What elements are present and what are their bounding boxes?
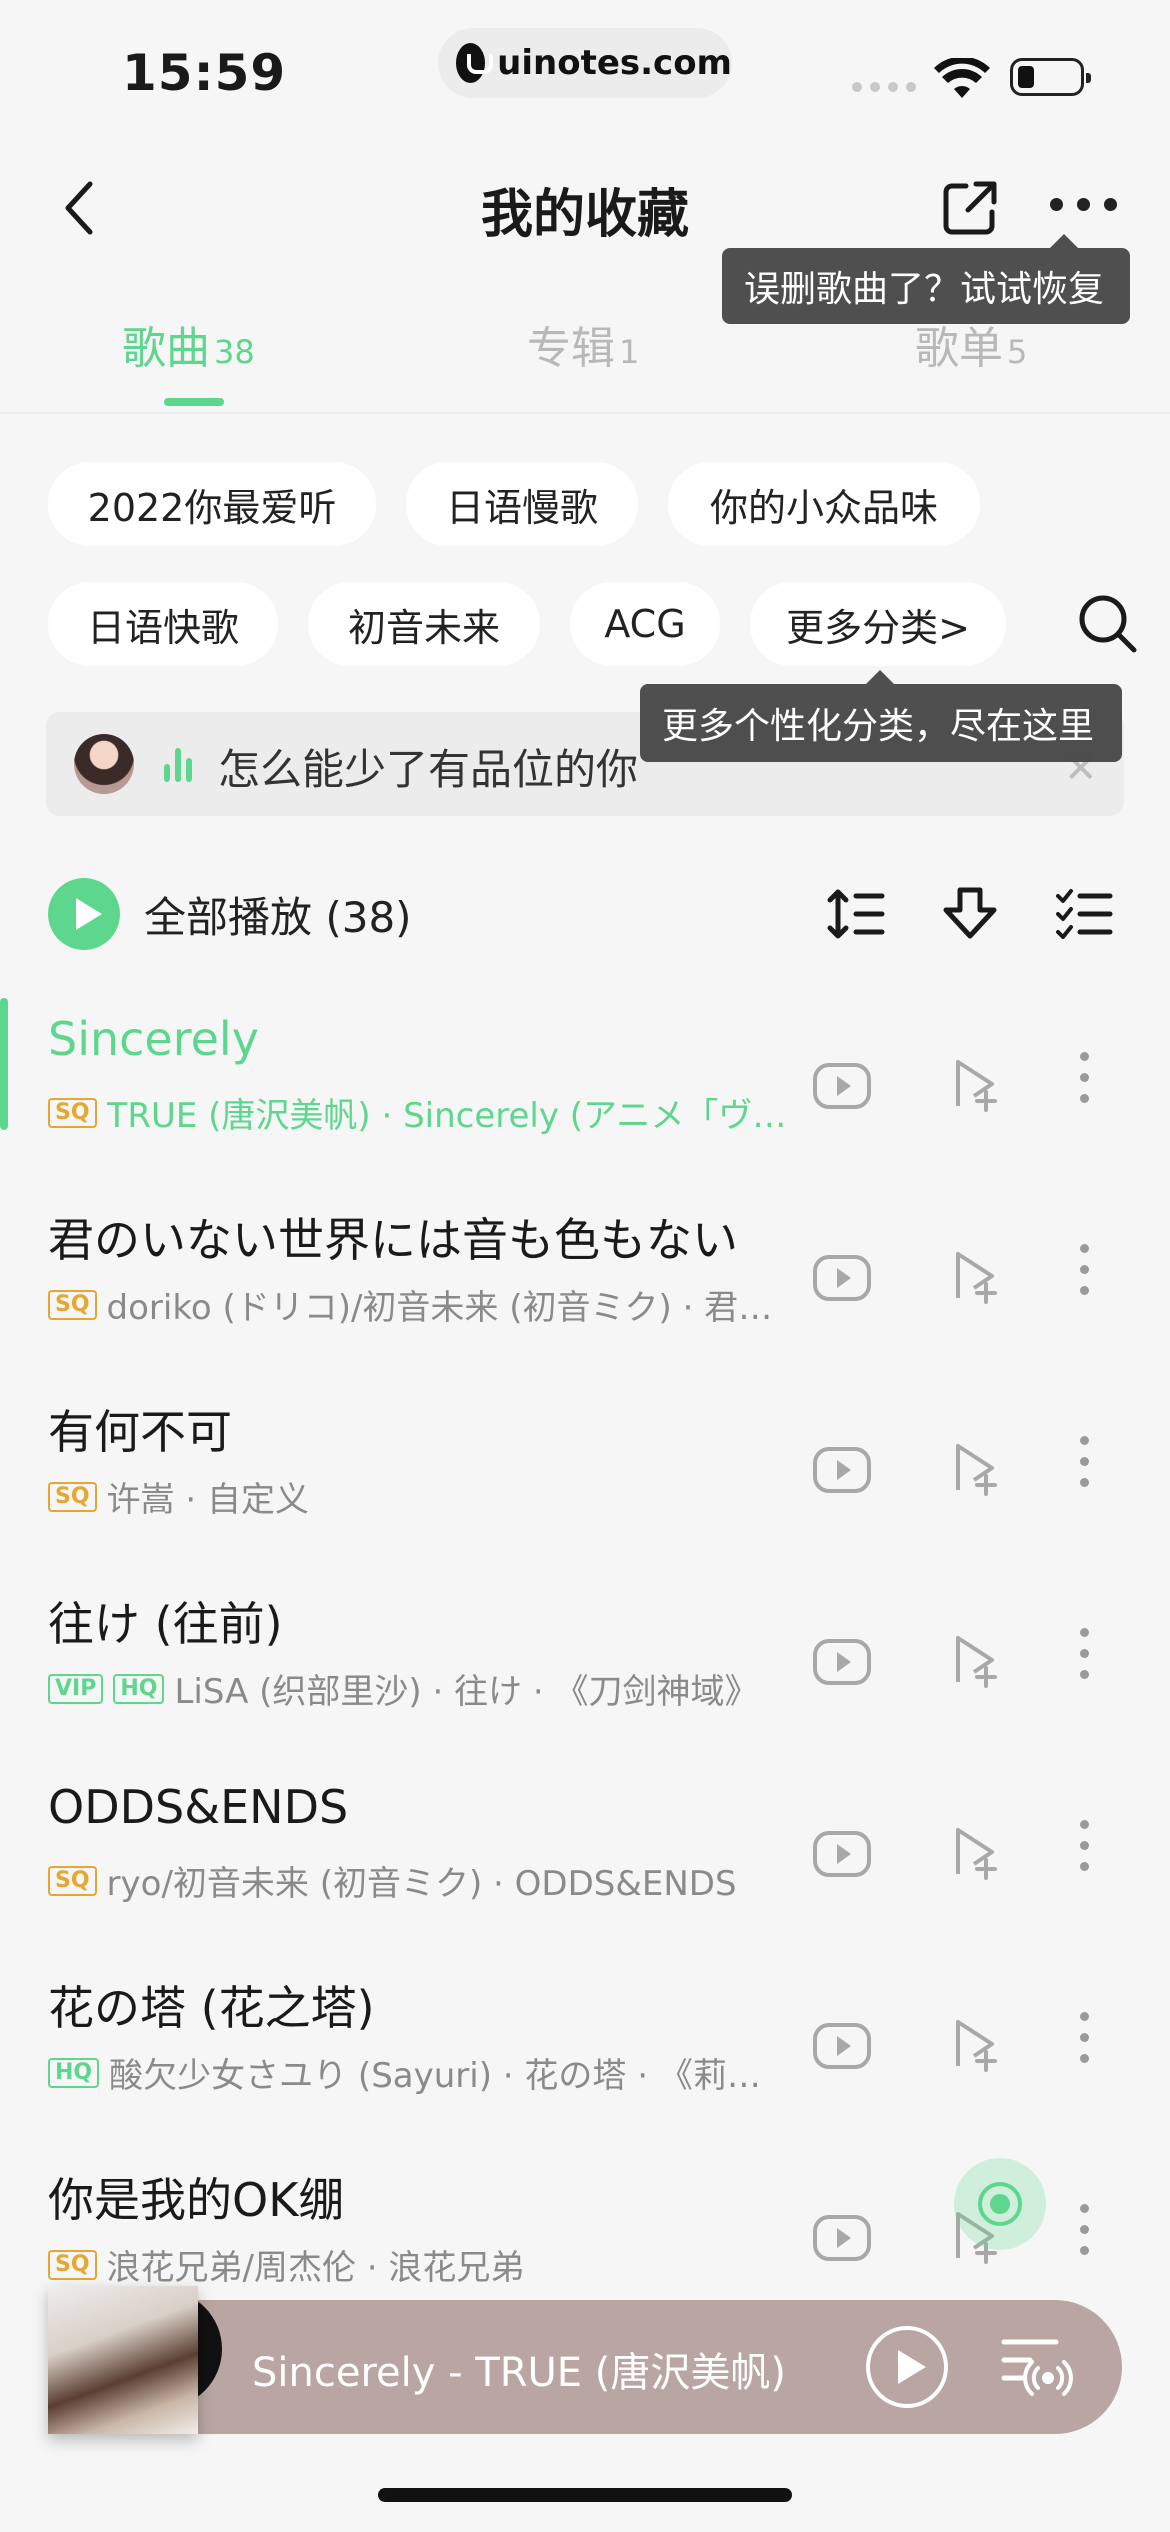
wifi-icon: [934, 58, 990, 98]
song-artist-album: TRUE (唐沢美帆) · Sincerely (アニメ「ヴァイオレット・エヴァ…: [106, 1096, 788, 1136]
quality-badge: SQ: [48, 1865, 97, 1896]
search-icon[interactable]: [1076, 592, 1140, 656]
play-video-icon[interactable]: [812, 1824, 872, 1884]
song-artist-album: doriko (ドリコ)/初音未来 (初音ミク) · 君のいない世界には音も色も…: [106, 1288, 788, 1328]
quality-badge: SQ: [48, 2249, 97, 2280]
tab-playlists[interactable]: 歌单 5: [915, 312, 1027, 376]
song-more-icon[interactable]: [1080, 1820, 1090, 1871]
song-more-icon[interactable]: [1080, 2204, 1090, 2255]
play-pause-button[interactable]: [866, 2326, 948, 2408]
song-more-icon[interactable]: [1080, 2012, 1090, 2063]
song-title[interactable]: Sincerely: [48, 1012, 788, 1066]
song-meta: SQ doriko (ドリコ)/初音未来 (初音ミク) · 君のいない世界には音も…: [48, 1280, 788, 1329]
tab-playlists-count: 5: [1007, 333, 1028, 371]
song-meta: HQ 酸欠少女さユり (Sayuri) · 花の塔 · 《莉可丽丝》: [48, 2048, 788, 2097]
song-artist-album: 酸欠少女さユり (Sayuri) · 花の塔 · 《莉可丽丝》: [109, 2056, 788, 2096]
chip-acg[interactable]: ACG: [570, 582, 720, 666]
tab-playlists-label: 歌单: [915, 323, 1003, 374]
song-title[interactable]: 你是我的OK绷: [48, 2164, 788, 2230]
add-to-playlist-icon[interactable]: [948, 1632, 1004, 1688]
now-playing-title[interactable]: Sincerely - TRUE (唐沢美帆): [252, 2340, 786, 2398]
share-icon[interactable]: [940, 178, 1000, 238]
add-to-playlist-icon[interactable]: [948, 1440, 1004, 1496]
song-meta: SQ 许嵩 · 自定义: [48, 1472, 788, 1521]
song-title[interactable]: 往け (往前): [48, 1588, 788, 1654]
chip-japanese-slow[interactable]: 日语慢歌: [406, 462, 638, 546]
restore-tooltip-text: 误删歌曲了？试试恢复: [744, 269, 1105, 310]
play-all-button[interactable]: [48, 878, 120, 950]
song-artist-album: LiSA (织部里沙) · 往け · 《刀剑神域》: [174, 1672, 759, 1712]
cellular-signal-icon: [852, 82, 916, 92]
playlist-queue-icon[interactable]: [1000, 2334, 1074, 2400]
chip-more-categories[interactable]: 更多分类>: [750, 582, 1006, 666]
site-logo-icon: [456, 43, 494, 83]
tab-albums-label: 专辑: [527, 323, 615, 374]
song-artist-album: 许嵩 · 自定义: [106, 1480, 309, 1520]
quality-badge: SQ: [48, 1481, 97, 1512]
song-meta: SQ TRUE (唐沢美帆) · Sincerely (アニメ「ヴァイオレット・エ…: [48, 1088, 788, 1137]
play-video-icon[interactable]: [812, 1440, 872, 1500]
song-meta: SQ 浪花兄弟/周杰伦 · 浪花兄弟: [48, 2240, 788, 2289]
song-title[interactable]: 花の塔 (花之塔): [48, 1972, 788, 2038]
song-artist-album: 浪花兄弟/周杰伦 · 浪花兄弟: [106, 2248, 525, 2288]
chip-hatsune-miku[interactable]: 初音未来: [308, 582, 540, 666]
tab-songs-count: 38: [214, 333, 255, 371]
song-title[interactable]: 君のいない世界には音も色もない: [48, 1204, 788, 1270]
multi-select-icon[interactable]: [1054, 884, 1114, 944]
song-meta: VIP HQ LiSA (织部里沙) · 往け · 《刀剑神域》: [48, 1664, 788, 1713]
tab-albums[interactable]: 专辑 1: [527, 312, 639, 376]
chip-2022-favorites[interactable]: 2022你最爱听: [48, 462, 376, 546]
locate-current-song-button[interactable]: [954, 2158, 1046, 2250]
play-video-icon[interactable]: [812, 1248, 872, 1308]
status-time: 15:59: [122, 44, 287, 102]
add-to-playlist-icon[interactable]: [948, 1248, 1004, 1304]
tab-divider: [0, 412, 1170, 414]
play-video-icon[interactable]: [812, 2016, 872, 2076]
add-to-playlist-icon[interactable]: [948, 1824, 1004, 1880]
sort-icon[interactable]: [826, 884, 886, 944]
quality-badge: HQ: [113, 1673, 165, 1704]
song-title[interactable]: ODDS&ENDS: [48, 1780, 788, 1834]
play-video-icon[interactable]: [812, 1632, 872, 1692]
play-all-label[interactable]: 全部播放 (38): [144, 884, 412, 945]
song-more-icon[interactable]: [1080, 1436, 1090, 1487]
tab-songs[interactable]: 歌曲 38: [122, 312, 255, 376]
song-artist-album: ryo/初音未来 (初音ミク) · ODDS&ENDS: [106, 1864, 737, 1904]
active-tab-indicator: [164, 398, 224, 406]
chip-japanese-fast[interactable]: 日语快歌: [48, 582, 278, 666]
add-to-playlist-icon[interactable]: [948, 1056, 1004, 1112]
banner-text: 怎么能少了有品位的你: [218, 745, 639, 794]
quality-badge: SQ: [48, 1097, 97, 1128]
chip-niche-taste[interactable]: 你的小众品味: [668, 462, 980, 546]
quality-badge: SQ: [48, 1289, 97, 1320]
now-playing-indicator: [0, 998, 8, 1130]
avatar: [74, 734, 134, 794]
quality-badge: HQ: [48, 2057, 100, 2088]
tab-albums-count: 1: [619, 333, 640, 371]
song-meta: SQ ryo/初音未来 (初音ミク) · ODDS&ENDS: [48, 1856, 788, 1905]
song-title[interactable]: 有何不可: [48, 1396, 788, 1462]
home-indicator: [378, 2488, 792, 2502]
more-options-icon[interactable]: [1050, 198, 1117, 211]
download-icon[interactable]: [940, 884, 1000, 944]
song-more-icon[interactable]: [1080, 1244, 1090, 1295]
add-to-playlist-icon[interactable]: [948, 2016, 1004, 2072]
play-video-icon[interactable]: [812, 1056, 872, 1116]
play-video-icon[interactable]: [812, 2208, 872, 2268]
categories-tooltip[interactable]: 更多个性化分类，尽在这里: [640, 670, 1122, 762]
song-more-icon[interactable]: [1080, 1628, 1090, 1679]
song-more-icon[interactable]: [1080, 1052, 1090, 1103]
categories-tooltip-text: 更多个性化分类，尽在这里: [662, 706, 1095, 747]
album-art[interactable]: [48, 2286, 198, 2434]
quality-badge: VIP: [48, 1673, 104, 1704]
audio-bars-icon: [164, 748, 192, 782]
tab-songs-label: 歌曲: [122, 323, 210, 374]
battery-icon: [1010, 58, 1091, 96]
url-pill[interactable]: uinotes.com: [438, 28, 732, 98]
url-text: uinotes.com: [497, 43, 732, 83]
